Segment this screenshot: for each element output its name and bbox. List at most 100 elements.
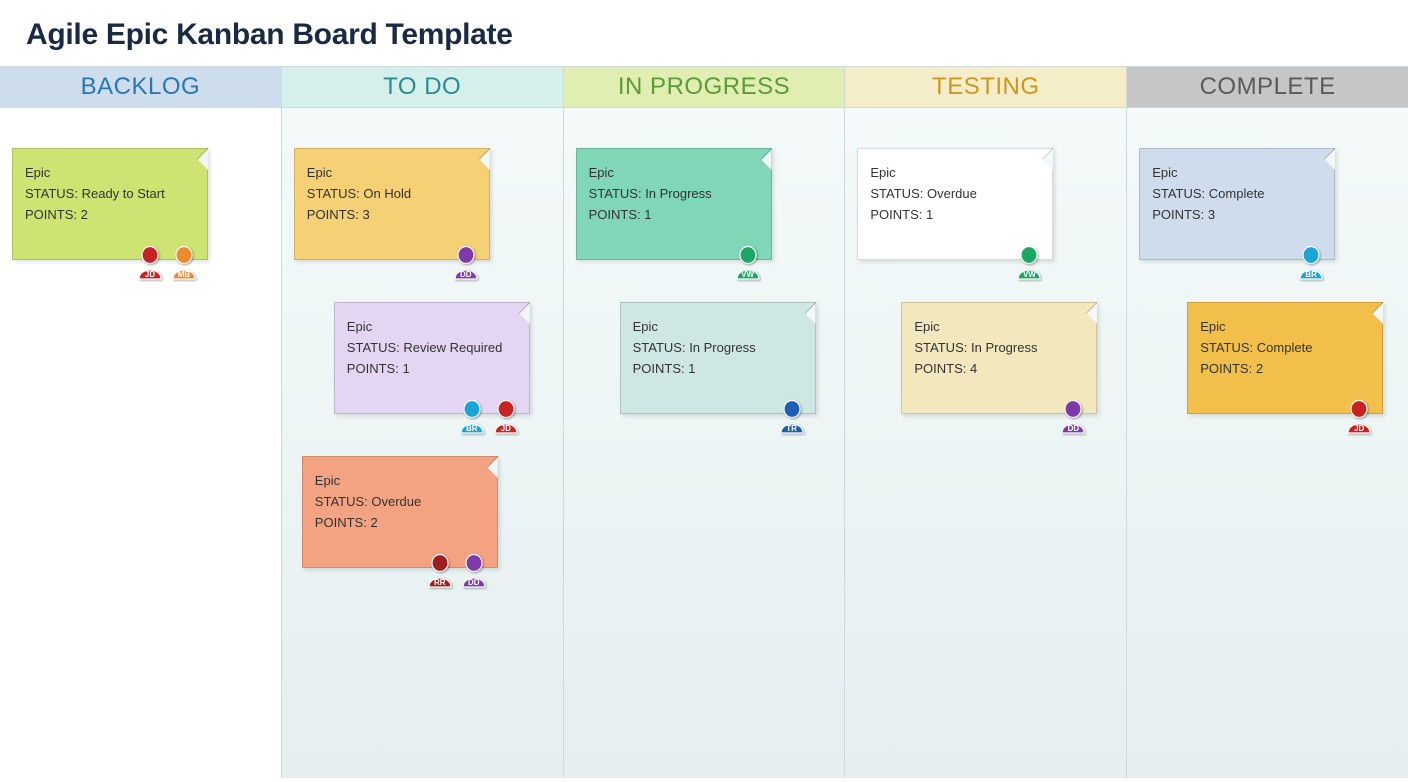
card-points: POINTS: 1 [633, 361, 803, 376]
points-value: 1 [402, 361, 409, 376]
avatar-initials: DD [451, 270, 481, 279]
card-avatars: RR DD [425, 553, 489, 589]
card-points: POINTS: 3 [307, 207, 477, 222]
avatar-br[interactable]: BR [1296, 245, 1326, 281]
kanban-card[interactable]: EpicSTATUS: Ready to StartPOINTS: 2 JD M… [12, 148, 208, 260]
avatar-initials: VW [1014, 270, 1044, 279]
card-points: POINTS: 2 [25, 207, 195, 222]
card-points: POINTS: 1 [347, 361, 517, 376]
column-body[interactable]: Epic STATUS: On Hold POINTS: 3 DD Epic STATU… [282, 108, 563, 778]
status-value: Complete [1209, 186, 1265, 201]
avatar-jd[interactable]: JD [491, 399, 521, 435]
kanban-card[interactable]: EpicSTATUS: OverduePOINTS: 1 VW [857, 148, 1053, 260]
status-label: STATUS [589, 186, 638, 201]
avatar-jd[interactable]: JD [135, 245, 165, 281]
column-complete: COMPLETE EpicSTATUS: CompletePOINTS: 3 BR… [1127, 67, 1408, 778]
avatar-tr[interactable]: TR [777, 399, 807, 435]
status-value: In Progress [689, 340, 755, 355]
card-avatars: BR JD [457, 399, 521, 435]
points-label: POINTS [589, 207, 637, 222]
column-header: COMPLETE [1127, 67, 1408, 108]
avatar-initials: RR [425, 578, 455, 587]
column-body[interactable]: EpicSTATUS: In ProgressPOINTS: 1 VWEpicS… [564, 108, 845, 778]
status-label: STATUS [914, 340, 963, 355]
card-status: STATUS: In Progress [914, 340, 1084, 355]
avatar-initials: TR [777, 424, 807, 433]
avatar-initials: VW [733, 270, 763, 279]
card-status: STATUS: Complete [1200, 340, 1370, 355]
card-avatars: DD [451, 245, 481, 281]
card-title: Epic [307, 165, 477, 180]
column-body[interactable]: EpicSTATUS: OverduePOINTS: 1 VWEpicSTATU… [845, 108, 1126, 778]
card-avatars: JD [1344, 399, 1374, 435]
card-title: Epic [1152, 165, 1322, 180]
status-value: Overdue [927, 186, 977, 201]
card-title: Epic [633, 319, 803, 334]
points-value: 3 [1208, 207, 1215, 222]
points-value: 3 [362, 207, 369, 222]
points-label: POINTS [1200, 361, 1248, 376]
page-title: Agile Epic Kanban Board Template [0, 0, 1408, 66]
avatar-jd[interactable]: JD [1344, 399, 1374, 435]
card-points: POINTS: 2 [315, 515, 485, 530]
card-title: Epic [1200, 319, 1370, 334]
avatar-initials: JD [1344, 424, 1374, 433]
kanban-card[interactable]: EpicSTATUS: In ProgressPOINTS: 4 DD [901, 302, 1097, 414]
card-status: STATUS: In Progress [633, 340, 803, 355]
avatar-rr[interactable]: RR [425, 553, 455, 589]
avatar-dd[interactable]: DD [451, 245, 481, 281]
card-avatars: VW [1014, 245, 1044, 281]
points-label: POINTS [914, 361, 962, 376]
column-header: TO DO [282, 67, 563, 108]
status-label: STATUS [307, 186, 356, 201]
points-value: 1 [644, 207, 651, 222]
avatar-vw[interactable]: VW [1014, 245, 1044, 281]
points-value: 2 [370, 515, 377, 530]
avatar-dd[interactable]: DD [1058, 399, 1088, 435]
status-value: Overdue [371, 494, 421, 509]
card-points: POINTS: 2 [1200, 361, 1370, 376]
kanban-card[interactable]: EpicSTATUS: In ProgressPOINTS: 1 TR [620, 302, 816, 414]
column-body[interactable]: EpicSTATUS: Ready to StartPOINTS: 2 JD M… [0, 108, 281, 778]
points-label: POINTS [633, 361, 681, 376]
avatar-mb[interactable]: MB [169, 245, 199, 281]
points-label: POINTS [307, 207, 355, 222]
card-status: STATUS: Overdue [315, 494, 485, 509]
card-title: Epic [870, 165, 1040, 180]
avatar-initials: MB [169, 270, 199, 279]
card-status: STATUS: On Hold [307, 186, 477, 201]
status-label: STATUS [25, 186, 74, 201]
kanban-board: BACKLOGEpicSTATUS: Ready to StartPOINTS:… [0, 66, 1408, 778]
card-avatars: BR [1296, 245, 1326, 281]
column-body[interactable]: EpicSTATUS: CompletePOINTS: 3 BREpicSTAT… [1127, 108, 1408, 778]
status-label: STATUS [870, 186, 919, 201]
kanban-card[interactable]: EpicSTATUS: In ProgressPOINTS: 1 VW [576, 148, 772, 260]
status-value: In Progress [645, 186, 711, 201]
avatar-initials: DD [459, 578, 489, 587]
column-in-progress: IN PROGRESSEpicSTATUS: In ProgressPOINTS… [564, 67, 846, 778]
points-value: 2 [81, 207, 88, 222]
points-label: POINTS [870, 207, 918, 222]
kanban-card[interactable]: EpicSTATUS: OverduePOINTS: 2 RR DD [302, 456, 498, 568]
points-value: 2 [1256, 361, 1263, 376]
kanban-card[interactable]: EpicSTATUS: CompletePOINTS: 3 BR [1139, 148, 1335, 260]
card-avatars: JD MB [135, 245, 199, 281]
kanban-card[interactable]: EpicSTATUS: CompletePOINTS: 2 JD [1187, 302, 1383, 414]
kanban-card[interactable]: EpicSTATUS: Review RequiredPOINTS: 1 BR … [334, 302, 530, 414]
card-avatars: TR [777, 399, 807, 435]
kanban-card[interactable]: EpicSTATUS: On HoldPOINTS: 3 DD [294, 148, 490, 260]
avatar-br[interactable]: BR [457, 399, 487, 435]
card-title: Epic [315, 473, 485, 488]
status-value: Complete [1257, 340, 1313, 355]
status-value: Ready to Start [82, 186, 165, 201]
card-status: STATUS: Ready to Start [25, 186, 195, 201]
card-status: STATUS: Review Required [347, 340, 517, 355]
points-value: 1 [688, 361, 695, 376]
card-points: POINTS: 4 [914, 361, 1084, 376]
card-title: Epic [347, 319, 517, 334]
status-label: STATUS [315, 494, 364, 509]
status-value: In Progress [971, 340, 1037, 355]
avatar-dd[interactable]: DD [459, 553, 489, 589]
column-header: TESTING [845, 67, 1126, 108]
avatar-vw[interactable]: VW [733, 245, 763, 281]
